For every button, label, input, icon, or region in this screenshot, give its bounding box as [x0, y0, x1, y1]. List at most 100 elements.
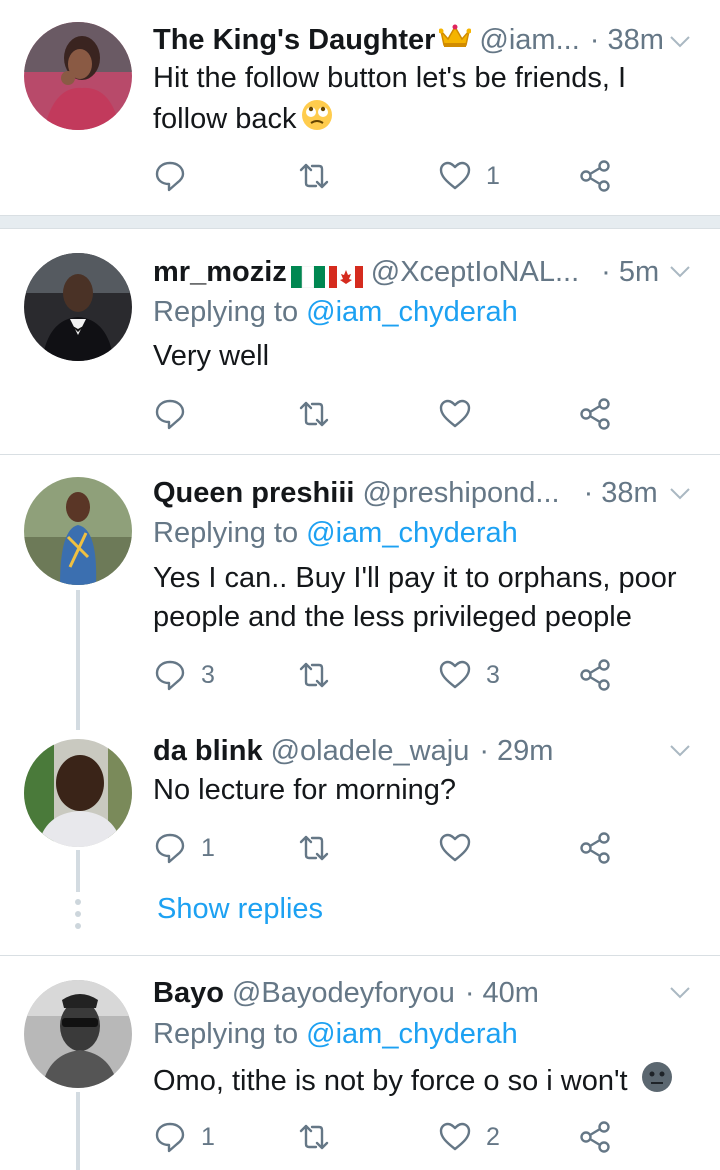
canada-flag-icon — [328, 261, 363, 288]
tweet-header: Queen preshiii @preshipond... · 38m — [153, 475, 658, 511]
retweet-button[interactable] — [297, 828, 345, 868]
replying-to: Replying to @iam_chyderah — [153, 296, 518, 328]
tweet-text: Omo, tithe is not by force o so i won't — [153, 1060, 690, 1105]
tweet-3[interactable]: Queen preshiii @preshipond... · 38m Repl… — [0, 455, 720, 715]
chevron-down-icon[interactable] — [668, 739, 692, 763]
avatar-image — [24, 980, 132, 1088]
avatar[interactable] — [24, 477, 132, 585]
tweet-2[interactable]: mr_moziz @XceptIoNAL... · 5m Replying to… — [0, 229, 720, 454]
rolling-eyes-face-icon — [300, 98, 334, 143]
tweet-header: mr_moziz @XceptIoNAL... · 5m — [153, 254, 659, 290]
replying-to: Replying to @iam_chyderah — [153, 517, 518, 549]
share-icon — [580, 832, 610, 864]
retweet-icon — [299, 835, 329, 861]
retweet-button[interactable] — [297, 156, 345, 196]
heart-icon — [439, 660, 471, 689]
tweet-5[interactable]: Bayo @Bayodeyforyou · 40m Replying to @i… — [0, 956, 720, 1170]
reply-feed: The King's Daughter @iam... · 38m Hit th… — [0, 0, 720, 1170]
avatar[interactable] — [24, 22, 132, 130]
chevron-down-icon[interactable] — [668, 981, 692, 1005]
avatar-image — [24, 477, 132, 585]
user-handle[interactable]: @oladele_waju — [271, 733, 470, 769]
show-replies-link[interactable]: Show replies — [157, 893, 323, 926]
user-handle[interactable]: @Bayodeyforyou — [232, 975, 455, 1011]
reply-button[interactable]: 3 — [153, 655, 215, 695]
retweet-icon — [299, 401, 329, 427]
retweet-icon — [299, 662, 329, 688]
mention-link[interactable]: @iam_chyderah — [306, 517, 518, 549]
tweet-actions: 3 3 — [153, 655, 633, 695]
reply-button[interactable]: 1 — [153, 828, 215, 868]
retweet-icon — [299, 1124, 329, 1150]
display-name[interactable]: da blink — [153, 733, 263, 769]
neutral-face-icon — [640, 1060, 674, 1105]
mention-link[interactable]: @iam_chyderah — [306, 296, 518, 328]
avatar[interactable] — [24, 739, 132, 847]
share-icon — [580, 398, 610, 430]
share-button[interactable] — [578, 655, 612, 695]
share-button[interactable] — [578, 1117, 612, 1157]
user-handle[interactable]: @XceptIoNAL... — [371, 254, 579, 290]
avatar[interactable] — [24, 980, 132, 1088]
display-name[interactable]: mr_moziz — [153, 254, 287, 290]
tweet-actions: 1 — [153, 156, 633, 196]
reply-icon — [155, 833, 185, 864]
timestamp[interactable]: · 5m — [601, 254, 659, 290]
share-button[interactable] — [578, 156, 612, 196]
share-button[interactable] — [578, 394, 612, 434]
tweet-actions: 1 2 — [153, 1117, 633, 1157]
tweet-header: The King's Daughter @iam... · 38m — [153, 22, 664, 58]
like-button[interactable] — [438, 394, 486, 434]
like-button[interactable] — [438, 828, 486, 868]
nigeria-flag-icon — [290, 261, 325, 289]
crown-icon — [438, 22, 472, 58]
display-name[interactable]: Queen preshiii — [153, 475, 354, 511]
tweet-text: Yes I can.. Buy I'll pay it to orphans, … — [153, 562, 677, 633]
display-name[interactable]: Bayo — [153, 975, 224, 1011]
retweet-button[interactable] — [297, 1117, 345, 1157]
like-button[interactable]: 1 — [438, 156, 500, 196]
retweet-button[interactable] — [297, 394, 345, 434]
share-icon — [580, 1121, 610, 1153]
user-handle[interactable]: @preshipond... — [362, 475, 559, 511]
like-button[interactable]: 3 — [438, 655, 500, 695]
reply-icon — [155, 161, 185, 192]
retweet-icon — [299, 163, 329, 189]
share-icon — [580, 160, 610, 192]
reply-icon — [155, 660, 185, 691]
share-button[interactable] — [578, 828, 612, 868]
chevron-down-icon[interactable] — [668, 482, 692, 506]
section-divider — [0, 215, 720, 229]
tweet-text: Very well — [153, 340, 270, 372]
mention-link[interactable]: @iam_chyderah — [306, 1018, 518, 1050]
timestamp[interactable]: · 38m — [590, 22, 664, 58]
share-icon — [580, 659, 610, 691]
display-name[interactable]: The King's Daughter — [153, 22, 435, 58]
timestamp[interactable]: · 40m — [465, 975, 539, 1011]
tweet-1[interactable]: The King's Daughter @iam... · 38m Hit th… — [0, 0, 720, 215]
tweet-actions: 1 — [153, 828, 633, 868]
chevron-down-icon[interactable] — [668, 30, 692, 54]
chevron-down-icon[interactable] — [668, 260, 692, 284]
heart-icon — [439, 1122, 471, 1151]
user-handle[interactable]: @iam... — [479, 22, 579, 58]
timestamp[interactable]: · 38m — [584, 475, 658, 511]
reply-button[interactable] — [153, 394, 201, 434]
tweet-text: No lecture for morning? — [153, 774, 457, 806]
heart-icon — [439, 833, 471, 862]
tweet-4[interactable]: da blink @oladele_waju · 29m No lecture … — [0, 715, 720, 955]
avatar[interactable] — [24, 253, 132, 361]
reply-icon — [155, 399, 185, 430]
reply-button[interactable]: 1 — [153, 1117, 215, 1157]
like-button[interactable]: 2 — [438, 1117, 500, 1157]
reply-icon — [155, 1122, 185, 1153]
heart-icon — [439, 399, 471, 428]
avatar-image — [24, 739, 132, 847]
heart-icon — [439, 161, 471, 190]
avatar-image — [24, 253, 132, 361]
tweet-text: Hit the follow button let's be friends, … — [153, 59, 690, 143]
reply-button[interactable] — [153, 156, 201, 196]
timestamp[interactable]: · 29m — [479, 733, 553, 769]
retweet-button[interactable] — [297, 655, 345, 695]
avatar-image — [24, 22, 132, 130]
